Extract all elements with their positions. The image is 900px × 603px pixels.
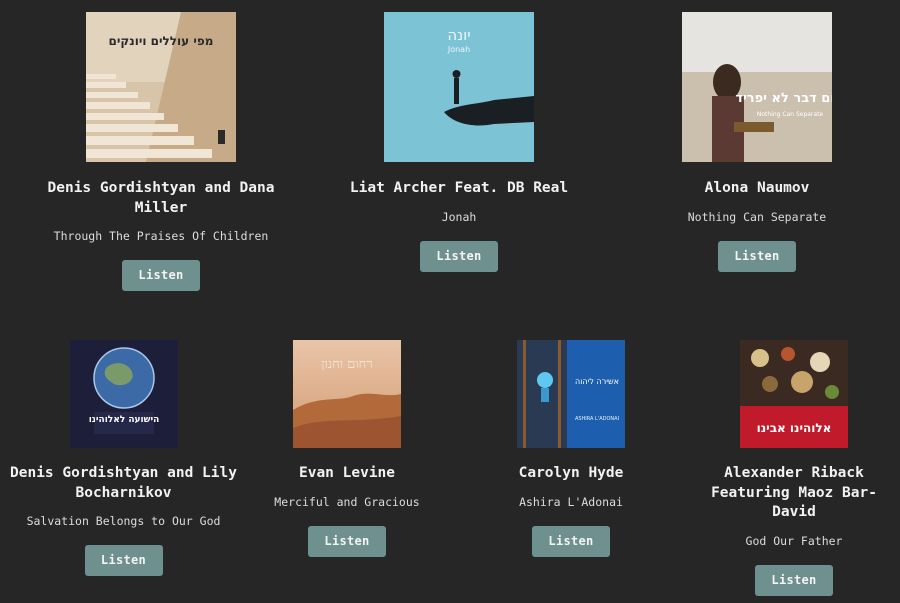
artist-name: Carolyn Hyde — [518, 465, 624, 481]
cover-title: יונה — [447, 26, 470, 44]
cover-title: הישועה לאלוהינו — [88, 415, 159, 425]
song-title: Jonah — [441, 209, 477, 224]
album-cover[interactable]: אשירה ליהוה ASHIRA L'ADONAI — [517, 340, 625, 448]
cover-title: מפי עוללים ויונקים — [109, 34, 214, 48]
listen-button[interactable]: Listen — [532, 525, 610, 557]
artist-name: Liat Archer Feat. DB Real — [349, 180, 569, 196]
album-card: אלוהינו אבינו Alexander Riback Featuring… — [703, 340, 885, 596]
listen-button[interactable]: Listen — [84, 545, 163, 576]
cover-title: אשירה ליהוה — [575, 377, 619, 386]
album-card: מפי עוללים ויונקים Denis Gordishtyan and… — [38, 12, 284, 291]
album-card: שום דבר לא יפריד Nothing Can Separate Al… — [637, 12, 877, 272]
cover-title: שום דבר לא יפריד — [735, 91, 832, 106]
song-title: Nothing Can Separate — [687, 209, 827, 224]
cover-subtitle: Nothing Can Separate — [757, 111, 824, 118]
song-title: Through The Praises Of Children — [53, 229, 269, 243]
album-cover-art: אשירה ליהוה ASHIRA L'ADONAI — [517, 340, 625, 448]
listen-button[interactable]: Listen — [122, 260, 200, 291]
album-card: רחום וחנון Evan Levine Merciful and Grac… — [267, 340, 427, 557]
album-cover[interactable]: יונה Jonah — [384, 12, 534, 162]
song-title: God Our Father — [745, 533, 843, 548]
artist-name: Alexander Riback Featuring Maoz Bar-Davi… — [711, 465, 877, 520]
cover-title: רחום וחנון — [321, 357, 373, 372]
listen-button[interactable]: Listen — [308, 525, 386, 557]
artist-name: Evan Levine — [298, 465, 396, 481]
listen-button[interactable]: Listen — [420, 240, 498, 272]
song-title: Salvation Belongs to Our God — [26, 514, 221, 528]
album-cover[interactable]: הישועה לאלוהינו — [69, 340, 178, 448]
listen-button[interactable]: Listen — [755, 564, 833, 596]
album-cover-art: רחום וחנון — [293, 340, 401, 448]
album-card: יונה Jonah Liat Archer Feat. DB Real Jon… — [335, 12, 583, 272]
album-cover-art: הישועה לאלוהינו — [69, 340, 178, 448]
album-cover[interactable]: מפי עוללים ויונקים — [86, 12, 236, 162]
album-cover[interactable]: שום דבר לא יפריד Nothing Can Separate — [682, 12, 832, 162]
artist-name: Denis Gordishtyan and Dana Miller — [47, 180, 275, 216]
album-cover-art: מפי עוללים ויונקים — [86, 12, 236, 162]
song-title: Ashira L'Adonai — [519, 494, 623, 509]
cover-subtitle: ASHIRA L'ADONAI — [575, 416, 619, 422]
cover-subtitle: Jonah — [447, 45, 470, 54]
album-cover[interactable]: אלוהינו אבינו — [740, 340, 848, 448]
artist-name: Denis Gordishtyan and Lily Bocharnikov — [10, 465, 237, 501]
song-title: Merciful and Gracious — [274, 494, 420, 509]
listen-button[interactable]: Listen — [718, 240, 796, 272]
album-cover-art: יונה Jonah — [384, 12, 534, 162]
cover-title: אלוהינו אבינו — [757, 421, 832, 435]
artist-name: Alona Naumov — [704, 180, 810, 196]
album-cover-art: אלוהינו אבינו — [740, 340, 848, 448]
album-cover[interactable]: רחום וחנון — [293, 340, 401, 448]
album-card: הישועה לאלוהינו Denis Gordishtyan and Li… — [10, 340, 237, 576]
album-card: אשירה ליהוה ASHIRA L'ADONAI Carolyn Hyde… — [491, 340, 651, 557]
album-cover-art: שום דבר לא יפריד Nothing Can Separate — [682, 12, 832, 162]
